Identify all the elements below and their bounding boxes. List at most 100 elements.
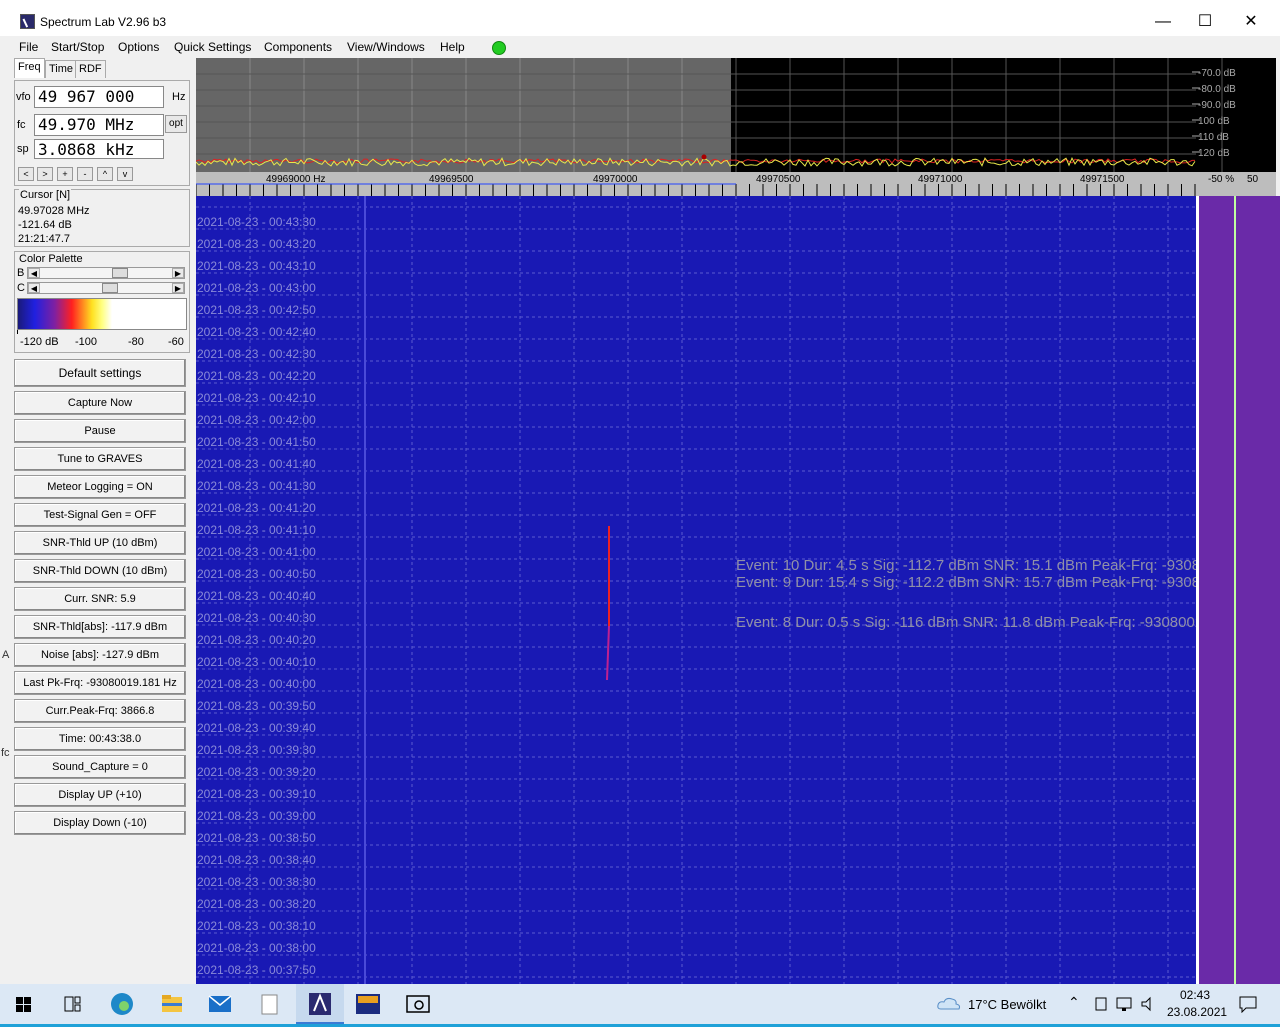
clock-time[interactable]: 02:43 — [1180, 988, 1210, 1002]
macro-button-8[interactable]: Curr. SNR: 5.9 — [14, 587, 186, 611]
menu-file[interactable]: File — [19, 40, 38, 54]
nav-up-button[interactable]: ^ — [97, 167, 113, 181]
palette-label-120: -120 dB — [20, 336, 59, 348]
macro-button-14[interactable]: Sound_Capture = 0 — [14, 755, 186, 779]
document-icon — [261, 994, 278, 1015]
weather-text[interactable]: 17°C Bewölkt — [968, 997, 1046, 1012]
waterfall-timestamp: 2021-08-23 - 00:41:30 — [197, 479, 316, 493]
cursor-title: Cursor [N] — [19, 189, 72, 201]
macro-button-12[interactable]: Curr.Peak-Frq: 3866.8 — [14, 699, 186, 723]
waterfall-display[interactable]: 2021-08-23 - 00:43:30 2021-08-23 - 00:43:… — [196, 196, 1276, 984]
macro-button-13[interactable]: Time: 00:43:38.0 — [14, 727, 186, 751]
sidebar-level-line — [1234, 196, 1236, 984]
meteor-echo-tail — [606, 625, 610, 681]
notification-icon[interactable] — [1238, 995, 1258, 1013]
opt-button[interactable]: opt — [165, 115, 187, 133]
edge-icon — [111, 993, 133, 1015]
vfo-field[interactable]: 49 967 000 — [34, 86, 164, 108]
macro-button-1[interactable]: Capture Now — [14, 391, 186, 415]
menu-bar: File Start/Stop Options Quick Settings C… — [0, 36, 1280, 58]
taskbar-capture[interactable] — [394, 984, 442, 1024]
waterfall-timestamp: 2021-08-23 - 00:41:40 — [197, 457, 316, 471]
sidebar-divider — [1196, 196, 1199, 984]
maximize-button[interactable]: ☐ — [1182, 6, 1228, 38]
sp-field[interactable]: 3.0868 kHz — [34, 139, 164, 159]
taskbar-edge[interactable] — [98, 984, 146, 1024]
tab-rdf[interactable]: RDF — [75, 60, 106, 78]
menu-help[interactable]: Help — [440, 40, 465, 54]
macro-button-6[interactable]: SNR-Thld UP (10 dBm) — [14, 531, 186, 555]
contrast-slider[interactable]: ◀ ▶ — [27, 282, 185, 294]
nav-down-button[interactable]: v — [117, 167, 133, 181]
frequency-box: vfo 49 967 000 Hz fc 49.970 MHz opt sp 3… — [14, 80, 190, 186]
fc-field[interactable]: 49.970 MHz — [34, 114, 164, 136]
menu-start-stop[interactable]: Start/Stop — [51, 40, 104, 54]
waterfall-timestamp: 2021-08-23 - 00:42:20 — [197, 369, 316, 383]
waterfall-timestamp: 2021-08-23 - 00:42:40 — [197, 325, 316, 339]
spectrum-display[interactable]: 49969000 Hz 49969500 49970000 49970500 49971… — [196, 58, 1276, 196]
waterfall-timestamp: 2021-08-23 - 00:41:20 — [197, 501, 316, 515]
show-hidden-icons-icon[interactable]: ⌃ — [1068, 994, 1080, 1011]
power-icon[interactable] — [1093, 996, 1109, 1012]
waterfall-timestamp: 2021-08-23 - 00:40:50 — [197, 567, 316, 581]
status-led-icon[interactable] — [492, 41, 506, 55]
window-title: Spectrum Lab V2.96 b3 — [40, 15, 167, 29]
taskbar-wsjt[interactable] — [344, 984, 392, 1024]
menu-options[interactable]: Options — [118, 40, 159, 54]
volume-icon[interactable] — [1140, 996, 1158, 1012]
macro-button-5[interactable]: Test-Signal Gen = OFF — [14, 503, 186, 527]
tab-freq[interactable]: Freq — [14, 58, 45, 78]
zoom-out-button[interactable]: - — [77, 167, 93, 181]
frequency-tick-label: 49969000 Hz — [266, 174, 326, 185]
tab-time[interactable]: Time — [45, 60, 78, 78]
macro-button-9[interactable]: SNR-Thld[abs]: -117.9 dBm — [14, 615, 186, 639]
close-button[interactable]: ✕ — [1228, 6, 1274, 38]
brightness-slider[interactable]: ◀ ▶ — [27, 267, 185, 279]
start-button[interactable] — [0, 984, 48, 1024]
taskbar-mail[interactable] — [196, 984, 244, 1024]
brightness-thumb[interactable] — [112, 268, 128, 278]
macro-button-2[interactable]: Pause — [14, 419, 186, 443]
sp-label: sp — [17, 143, 29, 155]
macro-button-10[interactable]: Noise [abs]: -127.9 dBm — [14, 643, 186, 667]
zoom-in-button[interactable]: + — [57, 167, 73, 181]
taskbar-explorer[interactable] — [148, 984, 196, 1024]
minimize-button[interactable]: — — [1140, 6, 1186, 38]
vfo-unit: Hz — [172, 91, 186, 103]
waterfall-timestamp: 2021-08-23 - 00:38:10 — [197, 919, 316, 933]
taskbar-spectrum-lab[interactable] — [296, 984, 344, 1024]
waterfall-timestamp: 2021-08-23 - 00:38:40 — [197, 853, 316, 867]
taskbar-notepad[interactable] — [246, 984, 294, 1024]
macro-button-16[interactable]: Display Down (-10) — [14, 811, 186, 835]
slider-left-icon[interactable]: ◀ — [28, 283, 40, 293]
spectrum-peak-marker — [701, 154, 707, 160]
macro-button-11[interactable]: Last Pk-Frq: -93080019.181 Hz — [14, 671, 186, 695]
macro-button-0[interactable]: Default settings — [14, 359, 186, 387]
menu-components[interactable]: Components — [264, 40, 332, 54]
waterfall-timestamp: 2021-08-23 - 00:40:20 — [197, 633, 316, 647]
meteor-event-text: Event: 9 Dur: 15.4 s Sig: -112.2 dBm SNR… — [736, 574, 1217, 591]
frequency-tick-label: 49970500 — [756, 174, 801, 185]
slider-right-icon[interactable]: ▶ — [172, 283, 184, 293]
contrast-thumb[interactable] — [102, 283, 119, 293]
slider-right-icon[interactable]: ▶ — [172, 268, 184, 278]
macro-button-4[interactable]: Meteor Logging = ON — [14, 475, 186, 499]
waterfall-timestamp: 2021-08-23 - 00:42:50 — [197, 303, 316, 317]
task-view-button[interactable] — [48, 984, 96, 1024]
network-icon[interactable] — [1116, 996, 1134, 1012]
nav-right-button[interactable]: > — [37, 167, 53, 181]
nav-left-button[interactable]: < — [18, 167, 34, 181]
percent-tick-label: 50 — [1247, 174, 1259, 185]
clock-date[interactable]: 23.08.2021 — [1167, 1005, 1227, 1019]
side-label-a: A — [2, 649, 10, 661]
macro-button-15[interactable]: Display UP (+10) — [14, 783, 186, 807]
brightness-label: B — [17, 267, 25, 279]
color-palette-box: Color Palette B ◀ ▶ C ◀ ▶ -120 dB -100 -… — [14, 251, 190, 353]
macro-button-7[interactable]: SNR-Thld DOWN (10 dBm) — [14, 559, 186, 583]
db-scale-label: -90.0 dB — [1198, 100, 1236, 111]
menu-quick-settings[interactable]: Quick Settings — [174, 40, 251, 54]
menu-view-windows[interactable]: View/Windows — [347, 40, 425, 54]
db-scale-label: -70.0 dB — [1198, 68, 1236, 79]
slider-left-icon[interactable]: ◀ — [28, 268, 40, 278]
macro-button-3[interactable]: Tune to GRAVES — [14, 447, 186, 471]
